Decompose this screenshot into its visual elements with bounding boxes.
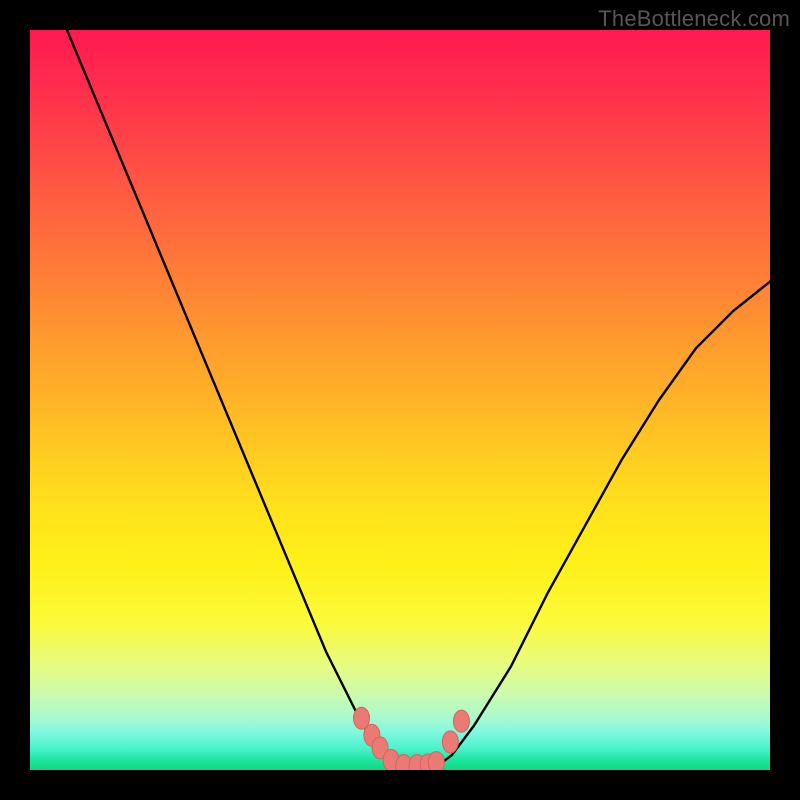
highlight-marker [442, 731, 458, 753]
chart-svg [30, 30, 770, 770]
chart-frame: TheBottleneck.com [0, 0, 800, 800]
highlight-marker [453, 710, 469, 732]
plot-area [30, 30, 770, 770]
highlight-markers [354, 707, 470, 770]
highlight-marker [428, 752, 444, 770]
bottleneck-curve [30, 30, 770, 766]
watermark-text: TheBottleneck.com [598, 6, 790, 32]
